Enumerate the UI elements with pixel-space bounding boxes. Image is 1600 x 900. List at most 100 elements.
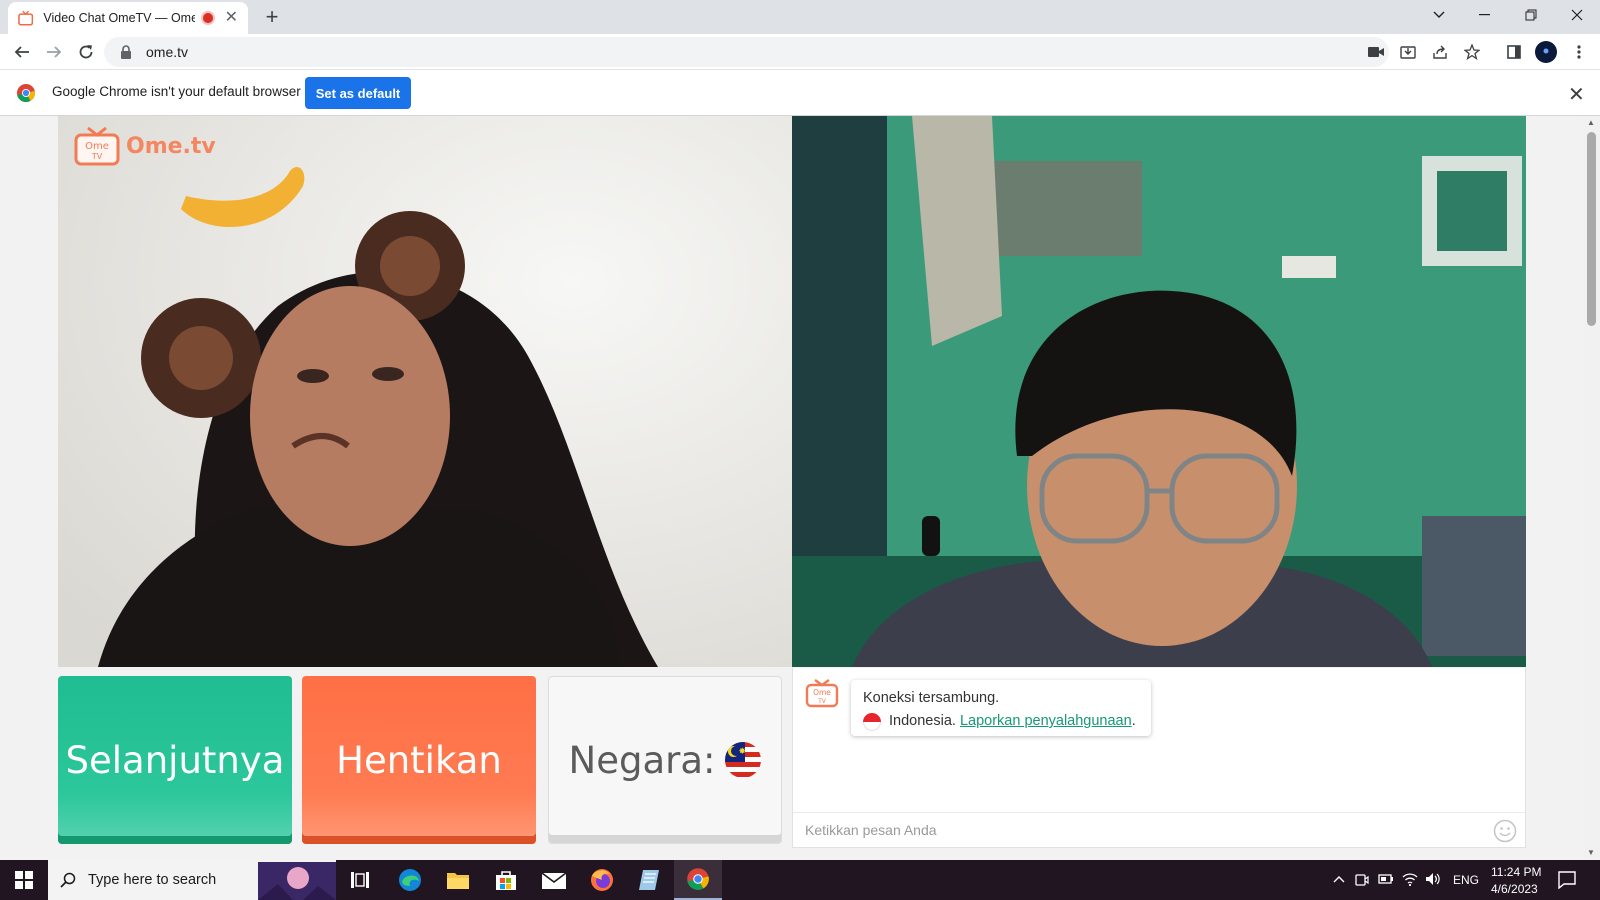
recording-indicator-icon bbox=[203, 13, 213, 23]
taskbar-app-file-explorer[interactable] bbox=[434, 860, 482, 900]
chevron-down-icon bbox=[1433, 11, 1445, 18]
address-bar[interactable]: ome.tv bbox=[104, 37, 1389, 67]
chrome-logo-icon bbox=[17, 84, 36, 103]
system-message: Koneksi tersambung. Indonesia. Laporkan … bbox=[851, 680, 1151, 736]
camera-in-use-button[interactable] bbox=[1362, 38, 1390, 66]
minimize-button[interactable] bbox=[1462, 0, 1508, 30]
language-indicator[interactable]: ENG bbox=[1453, 873, 1479, 887]
scroll-up-icon[interactable]: ▲ bbox=[1587, 118, 1595, 127]
tab-close-icon[interactable]: ✕ bbox=[225, 10, 238, 26]
wifi-icon[interactable] bbox=[1402, 872, 1418, 886]
bookmark-button[interactable] bbox=[1458, 38, 1486, 66]
notifications-icon[interactable] bbox=[1558, 871, 1576, 889]
chat-message-input[interactable]: Ketikkan pesan Anda bbox=[792, 812, 1526, 848]
taskbar-app-edge[interactable] bbox=[386, 860, 434, 900]
chat-input-placeholder: Ketikkan pesan Anda bbox=[805, 822, 937, 838]
page-scrollbar[interactable]: ▲ ▼ bbox=[1583, 116, 1600, 860]
install-icon bbox=[1400, 46, 1416, 59]
tab-search-button[interactable] bbox=[1416, 0, 1462, 30]
country-select-button[interactable]: Negara: ✸ bbox=[548, 676, 782, 844]
taskbar-app-firefox[interactable] bbox=[578, 860, 626, 900]
notepad-icon bbox=[639, 870, 659, 890]
self-video-frame bbox=[792, 116, 1526, 667]
task-view-icon bbox=[351, 872, 369, 888]
clock-date[interactable]: 4/6/2023 bbox=[1491, 882, 1538, 896]
close-icon bbox=[1571, 9, 1583, 21]
more-vert-icon bbox=[1577, 45, 1581, 59]
start-button[interactable] bbox=[0, 860, 48, 900]
malaysia-flag-icon: ✸ bbox=[725, 742, 762, 778]
mail-icon bbox=[542, 872, 566, 889]
show-hidden-icons-icon[interactable] bbox=[1333, 875, 1345, 883]
share-button[interactable] bbox=[1426, 38, 1454, 66]
windows-logo-icon bbox=[15, 871, 33, 889]
self-video bbox=[792, 116, 1526, 667]
profile-button[interactable] bbox=[1532, 38, 1560, 66]
side-panel-icon bbox=[1507, 45, 1521, 59]
report-suffix: . bbox=[1131, 713, 1136, 729]
taskbar-app-chrome[interactable] bbox=[674, 860, 722, 900]
star-icon bbox=[1464, 44, 1480, 60]
search-placeholder: Type here to search bbox=[88, 872, 217, 888]
url-text: ome.tv bbox=[146, 44, 189, 60]
store-icon bbox=[496, 871, 516, 890]
scroll-thumb[interactable] bbox=[1587, 132, 1596, 326]
svg-text:TV: TV bbox=[817, 698, 827, 705]
tab-ometv[interactable]: Video Chat OmeTV — Omegle ✕ bbox=[8, 2, 248, 34]
taskbar-search-box[interactable]: Type here to search bbox=[48, 860, 336, 900]
folder-icon bbox=[447, 873, 469, 889]
search-highlight-icon bbox=[258, 862, 336, 900]
forward-button[interactable] bbox=[40, 38, 68, 66]
country-label: Negara: bbox=[568, 738, 716, 782]
battery-icon[interactable] bbox=[1378, 873, 1394, 885]
meet-now-icon[interactable] bbox=[1355, 872, 1369, 888]
stop-button[interactable]: Hentikan bbox=[302, 676, 536, 844]
svg-text:TV: TV bbox=[91, 152, 103, 161]
ometv-favicon-icon bbox=[18, 10, 34, 26]
ometv-chat-avatar-icon: Ome TV bbox=[805, 679, 839, 708]
report-abuse-link[interactable]: Laporkan penyalahgunaan bbox=[960, 710, 1132, 733]
next-button[interactable]: Selanjutnya bbox=[58, 676, 292, 844]
restore-button[interactable] bbox=[1508, 0, 1554, 30]
tab-title: Video Chat OmeTV — Omegle bbox=[43, 11, 195, 25]
stranger-country: Indonesia. bbox=[889, 713, 956, 729]
camera-icon bbox=[1368, 47, 1384, 57]
chrome-menu-button[interactable] bbox=[1565, 38, 1593, 66]
ometv-tv-logo-icon: Ome TV bbox=[74, 126, 120, 166]
set-as-default-button[interactable]: Set as default bbox=[305, 77, 411, 109]
ometv-logo[interactable]: Ome TV Ome.tv bbox=[74, 126, 216, 166]
infobar-close-icon[interactable]: ✕ bbox=[1568, 82, 1585, 107]
taskbar-app-store[interactable] bbox=[482, 860, 530, 900]
default-browser-infobar: Google Chrome isn't your default browser… bbox=[0, 70, 1600, 116]
reload-button[interactable] bbox=[72, 38, 100, 66]
taskbar-app-mail[interactable] bbox=[530, 860, 578, 900]
taskbar-app-notepad[interactable] bbox=[626, 860, 674, 900]
side-panel-button[interactable] bbox=[1500, 38, 1528, 66]
emoji-icon[interactable] bbox=[1493, 819, 1517, 843]
restore-icon bbox=[1525, 9, 1537, 21]
arrow-right-icon bbox=[47, 46, 62, 58]
indonesia-flag-icon bbox=[863, 712, 881, 731]
firefox-icon bbox=[591, 869, 613, 891]
browser-toolbar: ome.tv bbox=[0, 34, 1600, 70]
back-button[interactable] bbox=[8, 38, 36, 66]
stranger-video: Ome TV Ome.tv bbox=[58, 116, 792, 667]
install-app-button[interactable] bbox=[1394, 38, 1422, 66]
close-window-button[interactable] bbox=[1554, 0, 1600, 30]
stranger-video-frame bbox=[58, 116, 792, 667]
svg-text:Ome: Ome bbox=[85, 141, 109, 152]
search-icon bbox=[60, 872, 76, 888]
reload-icon bbox=[79, 45, 93, 59]
clock-time[interactable]: 11:24 PM bbox=[1491, 865, 1541, 879]
lock-icon bbox=[121, 45, 131, 59]
logo-text: Ome.tv bbox=[126, 133, 216, 159]
volume-icon[interactable] bbox=[1425, 872, 1441, 886]
new-tab-button[interactable]: + bbox=[258, 4, 286, 32]
scroll-down-icon[interactable]: ▼ bbox=[1587, 848, 1595, 857]
edge-icon bbox=[399, 869, 421, 891]
avatar bbox=[1535, 41, 1557, 63]
task-view-button[interactable] bbox=[336, 860, 384, 900]
ometv-page: Ome TV Ome.tv Selanjutnya Hentikan Negar… bbox=[0, 116, 1600, 860]
svg-text:Ome: Ome bbox=[813, 688, 831, 697]
connection-status: Koneksi tersambung. bbox=[863, 690, 1000, 706]
